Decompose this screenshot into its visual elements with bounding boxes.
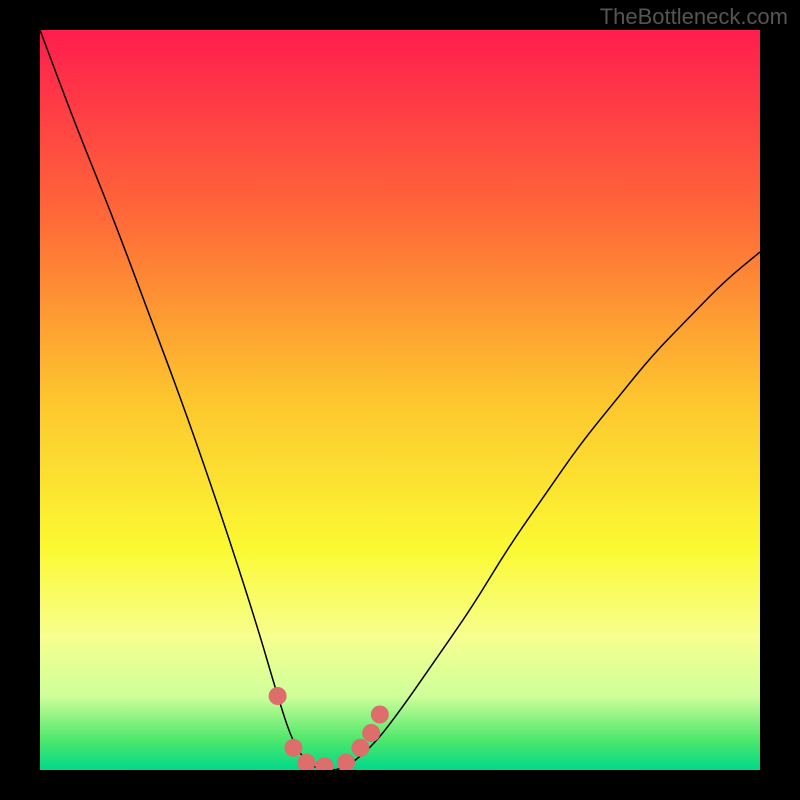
data-marker (284, 739, 302, 757)
data-marker (269, 687, 287, 705)
data-marker (351, 739, 369, 757)
chart-container: TheBottleneck.com (0, 0, 800, 800)
plot-area (40, 30, 760, 770)
data-marker (362, 724, 380, 742)
watermark-text: TheBottleneck.com (600, 4, 788, 30)
data-marker (371, 706, 389, 724)
chart-svg (40, 30, 760, 770)
chart-background (40, 30, 760, 770)
